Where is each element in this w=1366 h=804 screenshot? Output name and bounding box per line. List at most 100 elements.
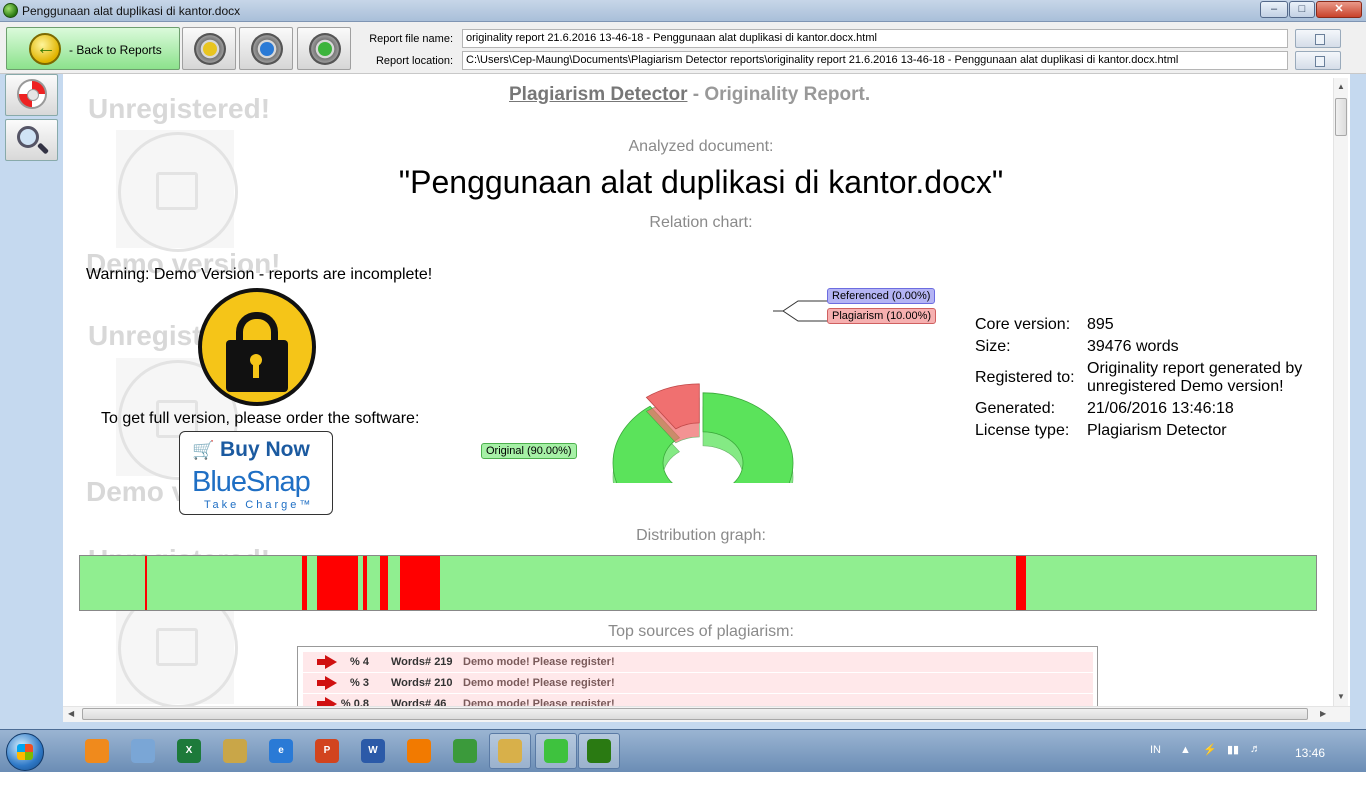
horizontal-scroll-thumb[interactable] — [82, 708, 1308, 720]
app-icon — [3, 3, 18, 18]
distribution-graph — [79, 555, 1317, 611]
scroll-left-arrow-icon[interactable]: ◀ — [68, 709, 74, 718]
demo-warning: Warning: Demo Version - reports are inco… — [86, 266, 433, 283]
relation-chart-label: Relation chart: — [649, 214, 753, 231]
source-row[interactable]: % 3 Words# 210 Demo mode! Please register! — [303, 673, 1093, 693]
report-file-field[interactable]: originality report 21.6.2016 13-46-18 - … — [462, 29, 1288, 48]
scroll-up-arrow-icon[interactable]: ▲ — [1337, 82, 1345, 91]
tray-expand-icon[interactable]: ▲ — [1180, 744, 1191, 756]
taskbar: XePW IN ▲ ⚡ ▮▮ ♬ 13:46 — [0, 729, 1366, 772]
lifebuoy-icon — [17, 79, 47, 109]
close-button[interactable]: ✕ — [1316, 1, 1362, 18]
relation-callout-line — [773, 300, 828, 312]
order-prompt: To get full version, please order the so… — [101, 410, 420, 427]
distribution-segment[interactable] — [144, 556, 148, 610]
property-key: Core version: — [975, 316, 1071, 333]
chat-icon[interactable] — [544, 739, 568, 763]
distribution-segment[interactable] — [317, 556, 358, 610]
clock[interactable]: 13:46 — [1295, 746, 1325, 760]
network-icon[interactable]: ▮▮ — [1227, 743, 1239, 756]
report-heading: Plagiarism Detector - Originality Report… — [509, 84, 870, 106]
toolbar: - Back to Reports Report file name: orig… — [0, 22, 1366, 74]
relation-legend-referenced: Referenced (0.00%) — [827, 288, 936, 304]
source-words: Words# 46 — [391, 698, 447, 706]
word-icon[interactable]: W — [361, 739, 385, 763]
distribution-segment[interactable] — [400, 556, 441, 610]
open-folder-button[interactable] — [297, 27, 351, 70]
report-heading-app: Plagiarism Detector — [509, 84, 688, 105]
right-panel-edge — [1350, 74, 1366, 729]
distribution-segment[interactable] — [362, 556, 368, 610]
relation-callout-line — [773, 310, 828, 322]
source-description[interactable]: Demo mode! Please register! — [463, 656, 615, 668]
excel-icon[interactable]: X — [177, 739, 201, 763]
report-heading-rest: - Originality Report. — [687, 84, 871, 105]
scroll-down-arrow-icon[interactable]: ▼ — [1337, 692, 1345, 701]
property-value: Plagiarism Detector — [1087, 422, 1227, 439]
tools-icon[interactable] — [223, 739, 247, 763]
copy-file-name-button[interactable] — [1295, 29, 1341, 48]
vertical-scroll-thumb[interactable] — [1335, 98, 1347, 136]
source-description[interactable]: Demo mode! Please register! — [463, 677, 615, 689]
vlc-icon[interactable] — [407, 739, 431, 763]
distribution-graph-label: Distribution graph: — [636, 527, 766, 544]
refresh-report-button[interactable] — [182, 27, 236, 70]
source-row[interactable]: % 4 Words# 219 Demo mode! Please register! — [303, 652, 1093, 672]
back-arrow-icon — [29, 33, 61, 65]
minimize-button[interactable]: – — [1260, 1, 1288, 18]
source-row[interactable]: % 0.8 Words# 46 Demo mode! Please register… — [303, 694, 1093, 706]
source-description[interactable]: Demo mode! Please register! — [463, 698, 615, 706]
volume-icon[interactable]: ♬ — [1250, 743, 1261, 755]
splitter-handle[interactable] — [0, 722, 1366, 729]
property-key: Size: — [975, 338, 1011, 355]
search-button[interactable] — [5, 119, 58, 161]
explorer-icon[interactable] — [498, 739, 522, 763]
analyzed-document-name: "Penggunaan alat duplikasi di kantor.doc… — [398, 164, 1004, 200]
property-value: 39476 words — [1087, 338, 1179, 355]
source-percent: % 0.8 — [340, 698, 369, 706]
ie-icon — [260, 42, 274, 56]
source-percent: % 4 — [350, 656, 369, 668]
notepad-icon[interactable] — [131, 739, 155, 763]
search-icon-handle — [36, 142, 50, 155]
scroll-right-arrow-icon[interactable]: ▶ — [1320, 709, 1326, 718]
window-title: Penggunaan alat duplikasi di kantor.docx — [22, 4, 241, 18]
buy-now-button[interactable]: 🛒 Buy Now BlueSnap Take Charge™ — [179, 431, 333, 515]
powerpoint-icon[interactable]: P — [315, 739, 339, 763]
back-to-reports-button[interactable]: - Back to Reports — [6, 27, 180, 70]
analyzed-document-label: Analyzed document: — [628, 138, 774, 155]
language-indicator[interactable]: IN — [1150, 744, 1161, 756]
watermark-unregistered: Unregistered! — [88, 93, 271, 124]
distribution-segment[interactable] — [302, 556, 308, 610]
firefox-icon[interactable] — [85, 739, 109, 763]
top-sources-label: Top sources of plagiarism: — [608, 623, 794, 640]
property-key: Generated: — [975, 400, 1056, 417]
distribution-segment[interactable] — [1016, 556, 1027, 610]
refresh-icon — [203, 42, 217, 56]
help-button[interactable] — [5, 74, 58, 116]
power-icon[interactable]: ⚡ — [1203, 743, 1217, 756]
property-value: 21/06/2016 13:46:18 — [1087, 400, 1234, 417]
vertical-scrollbar[interactable] — [1333, 78, 1348, 706]
cart-icon: 🛒 — [192, 440, 215, 460]
report-view: Unregistered! Demo version! Unregistered… — [63, 78, 1333, 706]
plagiarism-detector-icon[interactable] — [587, 739, 611, 763]
search-icon — [17, 126, 39, 148]
copy-location-button[interactable] — [1295, 51, 1341, 70]
report-location-label: Report location: — [375, 55, 453, 67]
maximize-button[interactable]: □ — [1289, 1, 1315, 18]
open-in-browser-button[interactable] — [239, 27, 293, 70]
back-to-reports-label: - Back to Reports — [69, 43, 162, 57]
source-words: Words# 219 — [391, 656, 453, 668]
start-button[interactable] — [6, 733, 44, 771]
chrome-icon[interactable] — [453, 739, 477, 763]
folder-icon — [318, 42, 332, 56]
property-key: License type: — [975, 422, 1070, 439]
relation-legend-plagiarism: Plagiarism (10.00%) — [827, 308, 937, 324]
property-value: 895 — [1087, 316, 1114, 333]
report-location-field[interactable]: C:\Users\Cep-Maung\Documents\Plagiarism … — [462, 51, 1288, 70]
distribution-segment[interactable] — [380, 556, 388, 610]
ie-icon[interactable]: e — [269, 739, 293, 763]
bluesnap-logo: BlueSnap — [192, 466, 311, 498]
relation-legend-original: Original (90.00%) — [481, 443, 577, 459]
